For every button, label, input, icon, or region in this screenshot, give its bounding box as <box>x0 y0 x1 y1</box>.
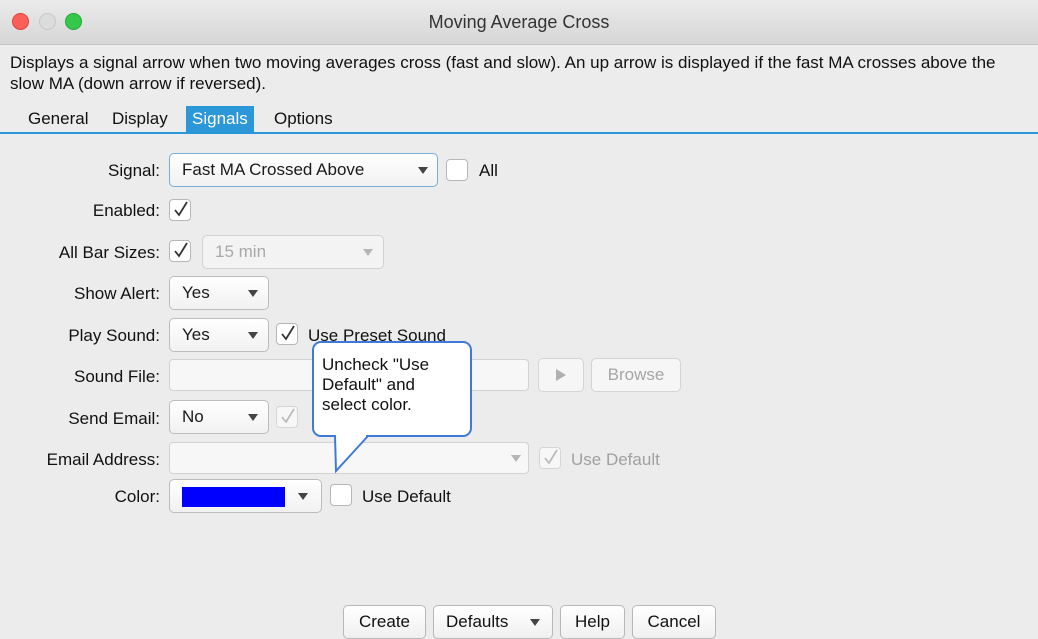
email-address-label: Email Address: <box>46 450 160 469</box>
color-swatch <box>182 487 285 507</box>
show-alert-label: Show Alert: <box>74 284 160 303</box>
signal-select[interactable]: Fast MA Crossed Above <box>169 153 438 187</box>
chevron-down-icon <box>248 332 258 339</box>
chevron-down-icon <box>530 619 540 626</box>
use-preset-sound-checkbox[interactable] <box>276 323 298 345</box>
tab-signals[interactable]: Signals <box>186 106 254 132</box>
chevron-down-icon <box>248 290 258 297</box>
play-sound-select[interactable]: Yes <box>169 318 269 352</box>
bar-size-select-value: 15 min <box>215 242 267 261</box>
checkmark-icon <box>174 201 188 217</box>
defaults-button[interactable]: Defaults <box>433 605 553 639</box>
all-signals-checkbox[interactable] <box>446 159 468 181</box>
enabled-checkbox[interactable] <box>169 199 191 221</box>
checkmark-icon <box>174 242 188 258</box>
send-email-select[interactable]: No <box>169 400 269 434</box>
show-alert-select-value: Yes <box>182 283 210 302</box>
chevron-down-icon <box>418 167 428 174</box>
window-title: Moving Average Cross <box>428 12 610 32</box>
title-bar: Moving Average Cross <box>0 0 1038 45</box>
signal-select-value: Fast MA Crossed Above <box>182 160 365 179</box>
color-select[interactable] <box>169 479 322 513</box>
sound-file-label: Sound File: <box>74 367 160 386</box>
callout-seam <box>336 433 366 437</box>
browse-button[interactable]: Browse <box>591 358 681 392</box>
chevron-down-icon <box>248 414 258 421</box>
callout-text: Uncheck "Use Default" and select color. <box>322 355 430 414</box>
send-email-select-value: No <box>182 407 204 426</box>
color-label: Color: <box>114 487 160 506</box>
email-use-default-label: Use Default <box>571 450 660 469</box>
email-use-default-checkbox[interactable] <box>539 447 561 469</box>
color-use-default-label: Use Default <box>362 487 451 506</box>
chevron-down-icon <box>298 493 308 500</box>
color-use-default-checkbox[interactable] <box>330 484 352 506</box>
create-button[interactable]: Create <box>343 605 426 639</box>
all-bar-sizes-label: All Bar Sizes: <box>58 243 160 262</box>
play-sound-label: Play Sound: <box>68 326 160 345</box>
chevron-down-icon <box>363 249 373 256</box>
callout-tooltip: Uncheck "Use Default" and select color. <box>312 341 472 437</box>
bar-size-select[interactable]: 15 min <box>202 235 384 269</box>
play-icon <box>556 369 566 381</box>
tab-divider <box>0 132 1038 134</box>
show-alert-select[interactable]: Yes <box>169 276 269 310</box>
study-description: Displays a signal arrow when two moving … <box>10 53 996 93</box>
defaults-button-label: Defaults <box>446 612 509 631</box>
enabled-label: Enabled: <box>92 201 160 220</box>
cancel-button[interactable]: Cancel <box>632 605 716 639</box>
send-email-checkbox[interactable] <box>276 406 298 428</box>
tab-options[interactable]: Options <box>268 106 339 132</box>
help-button[interactable]: Help <box>560 605 625 639</box>
play-sound-select-value: Yes <box>182 325 210 344</box>
all-bar-sizes-checkbox[interactable] <box>169 240 191 262</box>
tab-general[interactable]: General <box>22 106 94 132</box>
all-signals-label: All <box>479 161 498 180</box>
play-sound-button[interactable] <box>538 358 584 392</box>
checkmark-icon <box>281 325 295 341</box>
checkmark-icon <box>281 408 295 424</box>
callout-pointer <box>334 434 369 474</box>
chevron-down-icon <box>511 455 521 462</box>
tab-display[interactable]: Display <box>106 106 174 132</box>
checkmark-icon <box>544 449 558 465</box>
signal-label: Signal: <box>108 161 160 180</box>
send-email-label: Send Email: <box>68 409 160 428</box>
